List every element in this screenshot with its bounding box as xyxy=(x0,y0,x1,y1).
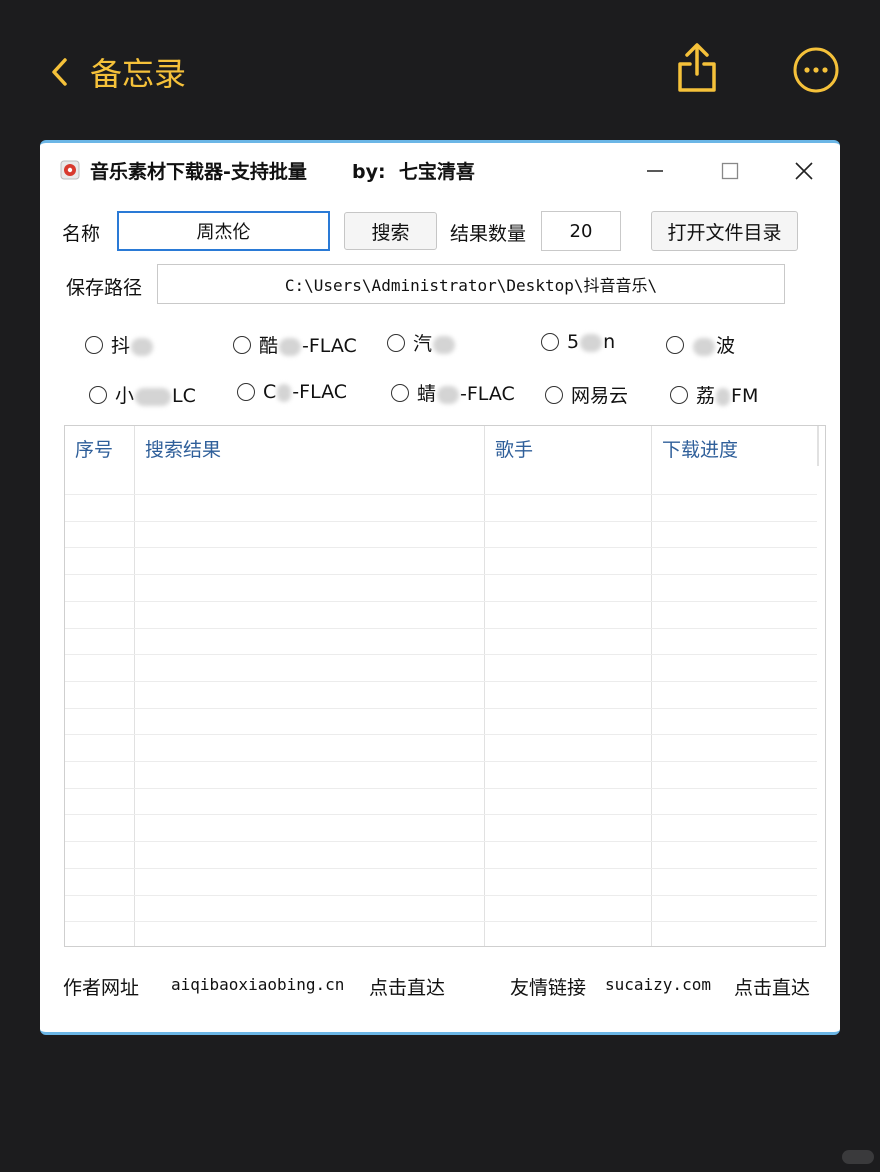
source-label: 酷 -FLAC xyxy=(259,335,357,357)
more-button[interactable] xyxy=(792,46,840,94)
source-label: 5n xyxy=(567,331,616,353)
radio-circle xyxy=(666,335,684,354)
radio-circle xyxy=(545,385,563,404)
table-row-line xyxy=(65,761,817,762)
source-label: C -FLAC xyxy=(263,381,348,403)
maximize-icon xyxy=(721,162,739,180)
source-radio-5sing[interactable]: 5n xyxy=(541,331,615,353)
close-icon xyxy=(795,162,813,180)
back-label: 备忘录 xyxy=(90,55,187,93)
maximize-button[interactable] xyxy=(712,153,748,189)
table-row-line xyxy=(65,654,817,656)
window-title: 音乐素材下载器-支持批量 xyxy=(90,161,307,183)
author-site-link[interactable]: aiqibaoxiaobing.cn xyxy=(171,975,344,994)
source-radio-qingting-flac[interactable]: 蜻 -FLAC xyxy=(391,379,515,406)
source-radio-bo[interactable]: 波 xyxy=(666,331,735,358)
source-radio-qishui[interactable]: 汽 xyxy=(387,329,456,356)
minimize-icon xyxy=(647,170,663,172)
name-label: 名称 xyxy=(62,223,101,245)
source-label: 网易云 xyxy=(571,385,629,407)
table-row-line xyxy=(65,921,817,923)
back-button[interactable]: 备忘录 xyxy=(50,48,186,96)
source-radio-douyin[interactable]: 抖 xyxy=(85,331,154,358)
app-icon xyxy=(60,160,80,180)
source-label: 荔 FM xyxy=(696,385,759,407)
table-row-line xyxy=(65,520,817,522)
save-path-input[interactable]: C:\Users\Administrator\Desktop\抖音音乐\ xyxy=(157,264,785,304)
result-count-label: 结果数量 xyxy=(450,223,527,245)
table-row-line xyxy=(65,627,817,629)
column-header-result[interactable]: 搜索结果 xyxy=(135,426,485,470)
radio-circle xyxy=(391,383,409,402)
source-label: 波 xyxy=(692,331,735,358)
share-button[interactable] xyxy=(674,42,720,94)
radio-circle xyxy=(85,335,103,354)
column-header-progress[interactable]: 下载进度 xyxy=(652,426,817,470)
source-radio-lizhi-fm[interactable]: 荔 FM xyxy=(670,381,758,408)
name-input[interactable]: 周杰伦 xyxy=(117,211,330,251)
source-label: 汽 xyxy=(413,329,456,356)
table-row-line xyxy=(65,547,817,549)
friend-link-url[interactable]: sucaizy.com xyxy=(605,975,711,994)
friend-link-go-link[interactable]: 点击直达 xyxy=(734,973,810,1000)
table-row-line xyxy=(65,707,817,709)
radio-circle xyxy=(233,335,251,354)
source-radio-c-flac[interactable]: C -FLAC xyxy=(237,381,347,403)
table-row-line xyxy=(65,494,817,495)
author-site-go-link[interactable]: 点击直达 xyxy=(369,973,445,1000)
chevron-left-icon xyxy=(52,58,67,86)
window-author: by: 七宝清喜 xyxy=(352,161,475,183)
results-table[interactable]: 序号 搜索结果 歌手 下载进度 xyxy=(64,425,826,947)
table-row-line xyxy=(65,787,817,789)
header-edge xyxy=(817,426,819,466)
author-site-label: 作者网址 xyxy=(63,977,140,999)
share-icon xyxy=(678,43,716,92)
radio-circle xyxy=(670,385,688,404)
table-row-line xyxy=(65,814,817,816)
source-label: 抖 xyxy=(111,331,154,358)
source-label: 小 LC xyxy=(115,385,196,407)
radio-circle xyxy=(237,383,255,401)
source-label: 蜻 -FLAC xyxy=(417,383,515,405)
radio-circle xyxy=(89,385,107,404)
radio-circle xyxy=(541,333,559,351)
source-radio-xiao-flac[interactable]: 小 LC xyxy=(89,381,196,408)
minimize-button[interactable] xyxy=(637,153,673,189)
radio-circle xyxy=(387,333,405,352)
column-header-singer[interactable]: 歌手 xyxy=(485,426,652,470)
open-folder-button[interactable]: 打开文件目录 xyxy=(651,211,798,251)
column-header-index[interactable]: 序号 xyxy=(65,426,135,470)
source-radio-netease[interactable]: 网易云 xyxy=(545,381,628,408)
app-window: 音乐素材下载器-支持批量 by: 七宝清喜 名称 周杰伦 搜索 结果数量 20 … xyxy=(40,140,840,1035)
friend-link-label: 友情链接 xyxy=(510,977,587,999)
ellipsis-circle-icon xyxy=(793,47,839,93)
close-button[interactable] xyxy=(786,153,822,189)
table-row-line xyxy=(65,841,817,843)
notes-navigation-bar: 备忘录 xyxy=(0,0,880,140)
table-row-line xyxy=(65,600,817,602)
result-count-input[interactable]: 20 xyxy=(541,211,621,251)
title-bar: 音乐素材下载器-支持批量 by: 七宝清喜 xyxy=(40,143,840,199)
table-row-line xyxy=(65,894,817,896)
table-row-line xyxy=(65,867,817,869)
search-button[interactable]: 搜索 xyxy=(344,212,437,250)
watermark-badge xyxy=(842,1150,874,1164)
table-row-line xyxy=(65,734,817,736)
table-row-line xyxy=(65,574,817,576)
source-radio-kugou-flac[interactable]: 酷 -FLAC xyxy=(233,331,357,358)
table-row-line xyxy=(65,680,817,682)
table-header: 序号 搜索结果 歌手 下载进度 xyxy=(65,426,825,470)
save-path-label: 保存路径 xyxy=(66,277,143,299)
